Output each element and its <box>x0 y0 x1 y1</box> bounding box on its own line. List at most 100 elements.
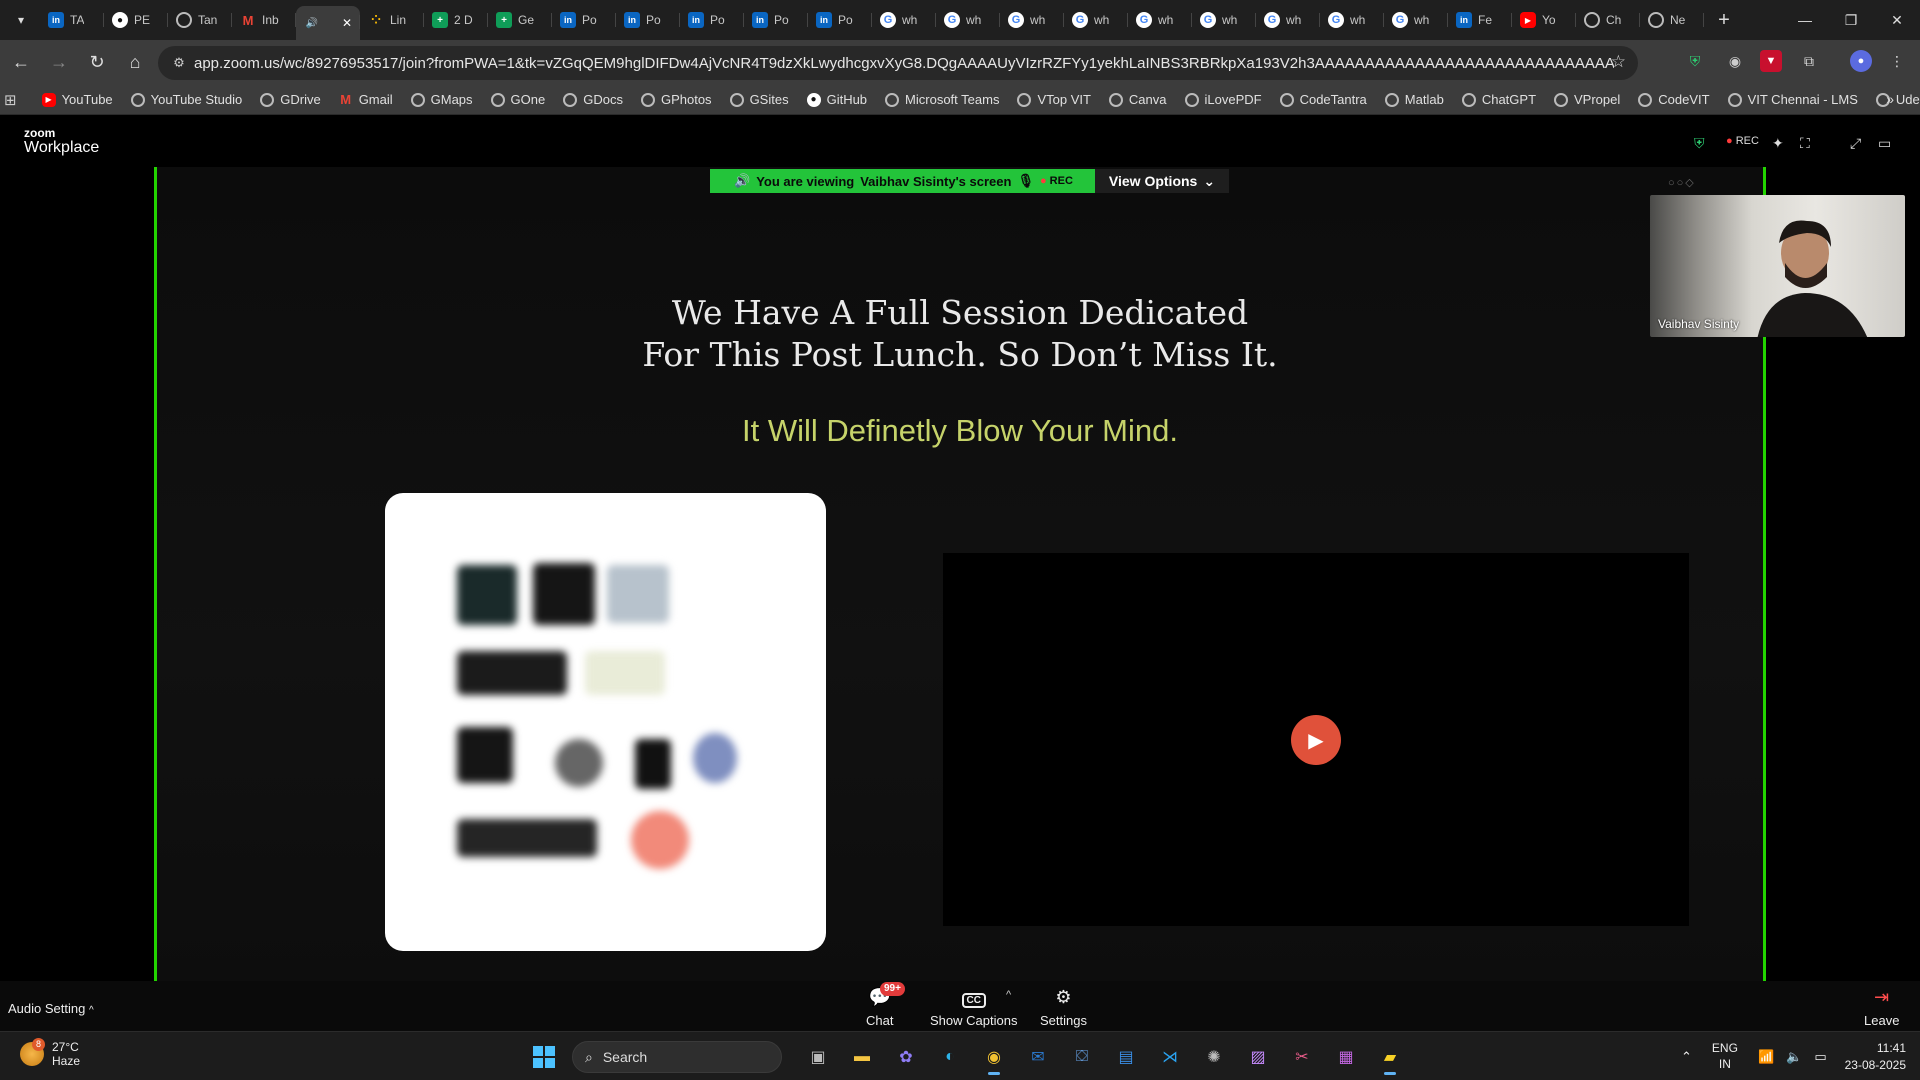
bookmark-item[interactable]: GDocs <box>554 87 632 113</box>
profile-avatar-icon[interactable]: ● <box>1850 50 1872 72</box>
tray-overflow-icon[interactable]: ⌃ <box>1681 1049 1692 1065</box>
bookmark-item[interactable]: GDrive <box>251 87 329 113</box>
apps-grid-icon[interactable]: ⊞ <box>4 86 17 114</box>
site-info-icon[interactable]: ⚙ <box>164 48 194 78</box>
browser-tab[interactable]: 🔊 ✕ <box>296 6 360 40</box>
browser-tab[interactable]: Gwh <box>1384 4 1448 36</box>
browser-tab[interactable]: Ne <box>1640 4 1704 36</box>
restore-icon[interactable]: ❐ <box>1828 0 1874 40</box>
leave-button[interactable]: ⇥ Leave <box>1864 987 1899 1028</box>
chatgpt-app-icon[interactable]: ✺ <box>1196 1039 1232 1075</box>
browser-tab[interactable]: ● PE <box>104 4 168 36</box>
browser-tab[interactable]: Tan <box>168 4 232 36</box>
browser-tab[interactable]: +2 D <box>424 4 488 36</box>
bookmark-item[interactable]: M Gmail <box>330 87 402 113</box>
browser-tab[interactable]: ⁘ Lin <box>360 4 424 36</box>
bookmark-item[interactable]: GPhotos <box>632 87 721 113</box>
address-bar[interactable]: ⚙ app.zoom.us/wc/89276953517/join?fromPW… <box>158 46 1638 80</box>
app-window-icon[interactable]: ▤ <box>1108 1039 1144 1075</box>
forward-icon[interactable]: → <box>42 46 76 80</box>
home-icon[interactable]: ⌂ <box>118 46 152 80</box>
browser-tab[interactable]: ▶ Yo <box>1512 4 1576 36</box>
outlook-icon[interactable]: ✉ <box>1020 1039 1056 1075</box>
pop-out-icon[interactable]: ▭ <box>1878 135 1891 152</box>
chrome-menu-icon[interactable]: ⋮ <box>1886 50 1908 72</box>
bookmark-item[interactable]: Microsoft Teams <box>876 87 1008 113</box>
windows-start-icon[interactable] <box>526 1039 562 1075</box>
browser-tab[interactable]: Gwh <box>1000 4 1064 36</box>
browser-tab[interactable]: in TA <box>40 4 104 36</box>
bookmark-item[interactable]: VPropel <box>1545 87 1629 113</box>
taskbar-search[interactable]: ⌕ Search <box>572 1041 782 1073</box>
bookmark-item[interactable]: ● GitHub <box>798 87 876 113</box>
volume-icon[interactable]: 🔈 <box>1786 1049 1802 1065</box>
browser-tab[interactable]: in Po <box>808 4 872 36</box>
close-tab-icon[interactable]: ✕ <box>342 16 352 30</box>
browser-tab[interactable]: Gwh <box>1320 4 1384 36</box>
language-indicator[interactable]: ENG IN <box>1712 1041 1738 1072</box>
bookmark-item[interactable]: VTop VIT <box>1008 87 1099 113</box>
bookmark-item[interactable]: ChatGPT <box>1453 87 1545 113</box>
vscode-icon[interactable]: ⋊ <box>1152 1039 1188 1075</box>
settings-button[interactable]: ⚙ Settings <box>1040 987 1087 1028</box>
browser-tab[interactable]: Gwh <box>1064 4 1128 36</box>
captions-options-caret-icon[interactable]: ^ <box>1006 989 1011 1001</box>
participant-video-tile[interactable]: Vaibhav Sisinty <box>1650 195 1905 337</box>
bookmark-item[interactable]: ▶ YouTube <box>33 87 122 113</box>
premiere-icon[interactable]: ▨ <box>1240 1039 1276 1075</box>
browser-tab[interactable]: M Inb <box>232 4 296 36</box>
new-tab-button[interactable]: + <box>1710 6 1738 34</box>
ai-companion-icon[interactable]: ✦ <box>1772 135 1784 152</box>
recording-indicator[interactable]: ● REC <box>1726 135 1759 147</box>
browser-tab[interactable]: in Po <box>552 4 616 36</box>
bookmark-star-icon[interactable]: ☆ <box>1611 52 1626 72</box>
task-view-icon[interactable]: ▣ <box>800 1039 836 1075</box>
browser-tab[interactable]: Ch <box>1576 4 1640 36</box>
audio-setting-button[interactable]: Audio Setting ^ <box>8 1001 94 1016</box>
shield-extension-icon[interactable]: ⛨ <box>1684 50 1706 72</box>
weather-widget[interactable]: 8 27°C Haze <box>20 1038 80 1069</box>
sticky-notes-icon[interactable]: ▰ <box>1372 1039 1408 1075</box>
browser-tab[interactable]: + Ge <box>488 4 552 36</box>
camera-extension-icon[interactable]: ◉ <box>1724 50 1746 72</box>
focus-view-icon[interactable]: ⛶ <box>1800 135 1810 152</box>
copilot-icon[interactable]: ✿ <box>888 1039 924 1075</box>
bookmark-item[interactable]: Canva <box>1100 87 1176 113</box>
battery-icon[interactable]: ▭ <box>1814 1049 1826 1065</box>
file-explorer-icon[interactable]: ▬ <box>844 1039 880 1075</box>
bookmark-item[interactable]: Matlab <box>1376 87 1453 113</box>
close-window-icon[interactable]: ✕ <box>1874 0 1920 40</box>
wifi-icon[interactable]: 📶 <box>1758 1049 1774 1065</box>
bookmark-item[interactable]: YouTube Studio <box>122 87 252 113</box>
snipping-tool-icon[interactable]: ✂ <box>1284 1039 1320 1075</box>
bookmark-item[interactable]: GOne <box>482 87 555 113</box>
browser-tab[interactable]: Gwh <box>1256 4 1320 36</box>
show-captions-button[interactable]: CC Show Captions <box>930 987 1017 1028</box>
fullscreen-icon[interactable]: ⤢ <box>1850 135 1861 152</box>
extensions-puzzle-icon[interactable]: ⧉ <box>1798 50 1820 72</box>
browser-tab[interactable]: Gwh <box>1192 4 1256 36</box>
bookmark-item[interactable]: GSites <box>721 87 798 113</box>
url-text[interactable]: app.zoom.us/wc/89276953517/join?fromPWA=… <box>194 55 1614 72</box>
minimize-icon[interactable]: — <box>1782 0 1828 40</box>
bookmark-item[interactable]: iLovePDF <box>1176 87 1271 113</box>
browser-tab[interactable]: Gwh <box>1128 4 1192 36</box>
bookmark-item[interactable]: VIT Chennai - LMS <box>1719 87 1867 113</box>
tab-search-icon[interactable]: ▾ <box>6 5 36 35</box>
encryption-shield-icon[interactable]: ⛨ <box>1694 135 1705 152</box>
play-icon[interactable]: ▶ <box>1291 715 1341 765</box>
edge-icon[interactable]: ◐ <box>932 1039 968 1075</box>
chrome-icon[interactable]: ◉ <box>976 1039 1012 1075</box>
store-icon[interactable]: ⛋ <box>1064 1039 1100 1075</box>
bookmark-item[interactable]: CodeVIT <box>1629 87 1718 113</box>
browser-tab[interactable]: Gwh <box>936 4 1000 36</box>
browser-tab[interactable]: in Po <box>744 4 808 36</box>
browser-tab[interactable]: Gwh <box>872 4 936 36</box>
bookmark-item[interactable]: CodeTantra <box>1271 87 1376 113</box>
browser-tab[interactable]: in Fe <box>1448 4 1512 36</box>
browser-tab[interactable]: in Po <box>616 4 680 36</box>
reload-icon[interactable]: ↻ <box>80 46 114 80</box>
tile-view-controls[interactable]: ○○◇ <box>1668 176 1696 189</box>
view-options-button[interactable]: View Options ⌄ <box>1094 169 1230 193</box>
pocket-extension-icon[interactable]: ▼ <box>1760 50 1782 72</box>
